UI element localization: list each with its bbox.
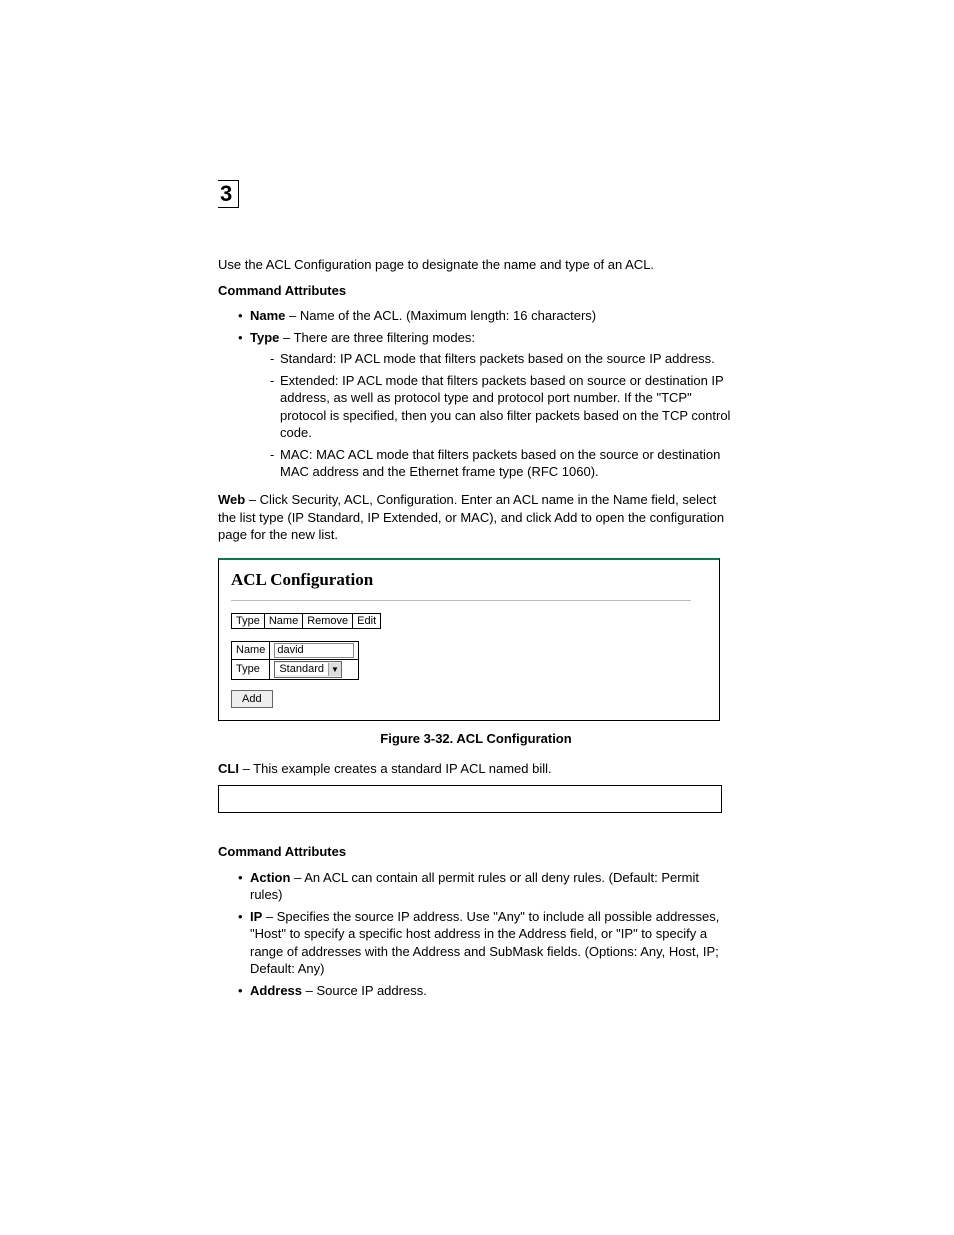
panel-divider [231,600,691,601]
col-remove: Remove [303,613,353,628]
attr-name: Name – Name of the ACL. (Maximum length:… [238,307,734,325]
acl-form: Name Type Standard ▼ [231,641,359,680]
chapter-number: 3 [218,180,239,208]
mode-extended: Extended: IP ACL mode that filters packe… [270,372,734,442]
acl-table: Type Name Remove Edit [231,613,381,629]
col-name: Name [264,613,302,628]
col-type: Type [232,613,265,628]
attr-name-text: – Name of the ACL. (Maximum length: 16 c… [285,308,596,323]
document-page: 3 Use the ACL Configuration page to desi… [0,0,954,1110]
attr-address-label: Address [250,983,302,998]
attr-action: Action – An ACL can contain all permit r… [238,869,734,904]
mode-standard: Standard: IP ACL mode that filters packe… [270,350,734,368]
attr-name-label: Name [250,308,285,323]
col-edit: Edit [353,613,381,628]
attr-ip-label: IP [250,909,262,924]
section-heading-command-attributes-1: Command Attributes [218,282,734,300]
attr-action-text: – An ACL can contain all permit rules or… [250,870,699,903]
attr-address: Address – Source IP address. [238,982,734,1000]
cli-example-box [218,785,722,813]
attr-ip: IP – Specifies the source IP address. Us… [238,908,734,978]
form-type-label: Type [232,659,270,679]
cli-paragraph: CLI – This example creates a standard IP… [218,760,734,778]
section-heading-command-attributes-2: Command Attributes [218,843,734,861]
acl-configuration-panel: ACL Configuration Type Name Remove Edit … [218,558,720,721]
attribute-list-2: Action – An ACL can contain all permit r… [218,869,734,1000]
web-instructions: Web – Click Security, ACL, Configuration… [218,491,734,544]
chevron-down-icon: ▼ [328,663,341,676]
type-modes-list: Standard: IP ACL mode that filters packe… [250,350,734,481]
attr-type-label: Type [250,330,279,345]
add-button[interactable]: Add [231,690,273,708]
attr-action-label: Action [250,870,290,885]
attr-ip-text: – Specifies the source IP address. Use "… [250,909,719,977]
cli-label: CLI [218,761,239,776]
attribute-list-1: Name – Name of the ACL. (Maximum length:… [218,307,734,481]
attr-type: Type – There are three filtering modes: … [238,329,734,481]
web-text: – Click Security, ACL, Configuration. En… [218,492,724,542]
web-label: Web [218,492,245,507]
panel-title: ACL Configuration [231,570,707,590]
type-select[interactable]: Standard ▼ [274,661,342,678]
attr-address-text: – Source IP address. [302,983,427,998]
intro-paragraph: Use the ACL Configuration page to design… [218,256,734,274]
figure-caption: Figure 3-32. ACL Configuration [218,731,734,746]
cli-text: – This example creates a standard IP ACL… [239,761,552,776]
form-name-label: Name [232,641,270,659]
attr-type-text: – There are three filtering modes: [279,330,475,345]
mode-mac: MAC: MAC ACL mode that filters packets b… [270,446,734,481]
type-select-value: Standard [275,663,328,675]
form-name-cell [270,641,359,659]
form-type-cell: Standard ▼ [270,659,359,679]
name-input[interactable] [274,643,354,658]
